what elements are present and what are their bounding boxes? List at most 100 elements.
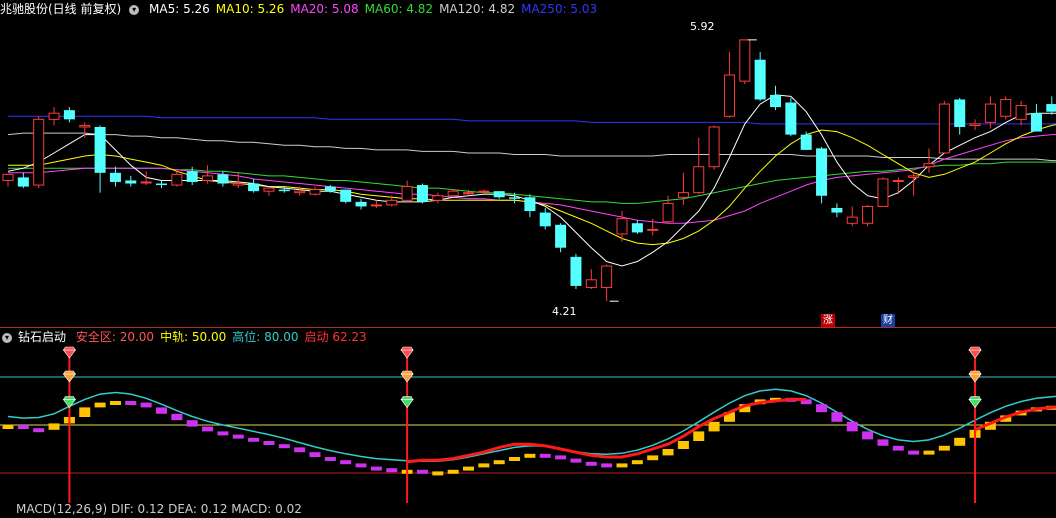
candle[interactable] [524, 194, 536, 218]
candle[interactable] [48, 107, 60, 126]
candle[interactable] [938, 100, 950, 154]
indicator-bar[interactable] [708, 421, 720, 432]
indicator-bar[interactable] [693, 431, 705, 441]
indicator-bar[interactable] [48, 423, 60, 430]
indicator-bar[interactable] [355, 463, 367, 468]
indicator-bar[interactable] [478, 463, 490, 468]
candle[interactable] [447, 189, 459, 198]
indicator-bar[interactable] [171, 413, 183, 421]
indicator-bar[interactable] [862, 431, 874, 440]
indicator-bar[interactable] [294, 447, 306, 453]
candle[interactable] [1046, 96, 1056, 115]
candle[interactable] [739, 39, 751, 85]
candle[interactable] [202, 165, 214, 184]
indicator-bar[interactable] [908, 450, 920, 455]
candle[interactable] [109, 166, 121, 187]
candle[interactable] [493, 191, 505, 199]
indicator-name[interactable]: 钻石启动 [18, 330, 66, 344]
candle[interactable] [171, 171, 183, 187]
stock-title[interactable]: 兆驰股份(日线 前复权) [0, 2, 121, 16]
candle[interactable] [309, 186, 321, 196]
indicator-bar[interactable] [2, 425, 14, 429]
candle[interactable] [156, 180, 167, 189]
candle[interactable] [1015, 100, 1027, 126]
candle[interactable] [63, 107, 75, 123]
chevron-down-icon[interactable]: ▾ [2, 332, 12, 343]
indicator-bar[interactable] [524, 453, 536, 458]
indicator-bar[interactable] [493, 460, 505, 465]
candle[interactable] [248, 178, 260, 193]
candle[interactable] [601, 264, 613, 302]
indicator-bar[interactable] [647, 455, 659, 461]
indicator-bar[interactable] [677, 441, 689, 449]
candle[interactable] [79, 122, 91, 138]
indicator-bar[interactable] [463, 466, 474, 471]
candle[interactable] [125, 175, 137, 187]
main-price-chart[interactable] [2, 39, 1056, 302]
candle[interactable] [340, 189, 352, 204]
candle[interactable] [754, 52, 766, 101]
candle[interactable] [631, 220, 643, 234]
indicator-bar[interactable] [79, 407, 91, 417]
indicator-bar[interactable] [94, 402, 106, 408]
indicator-bar[interactable] [923, 450, 935, 455]
indicator-bar[interactable] [555, 455, 567, 460]
indicator-bar[interactable] [370, 466, 382, 471]
candle[interactable] [94, 125, 106, 193]
indicator-bar[interactable] [156, 407, 167, 414]
candle[interactable] [478, 189, 490, 195]
candle[interactable] [708, 125, 720, 170]
candle[interactable] [1030, 104, 1042, 132]
candle[interactable] [401, 180, 413, 202]
candle[interactable] [954, 97, 966, 135]
candle[interactable] [785, 97, 797, 137]
indicator-bar[interactable] [248, 437, 260, 442]
indicator-bar[interactable] [386, 468, 398, 473]
indicator-bar[interactable] [892, 445, 904, 451]
indicator-bar[interactable] [324, 457, 336, 461]
indicator-bar[interactable] [109, 401, 121, 405]
indicator-bar[interactable] [509, 457, 521, 461]
indicator-bar[interactable] [33, 428, 45, 433]
indicator-bar[interactable] [846, 421, 858, 432]
candle[interactable] [416, 183, 428, 204]
candle[interactable] [355, 198, 367, 210]
indicator-bar[interactable] [340, 460, 352, 465]
candle[interactable] [17, 172, 29, 189]
candle[interactable] [770, 85, 781, 111]
indicator-bar[interactable] [217, 431, 229, 436]
indicator-bar[interactable] [831, 412, 843, 422]
candle[interactable] [432, 192, 444, 204]
indicator-bar[interactable] [585, 461, 597, 466]
candle[interactable] [1000, 96, 1012, 120]
indicator-bar[interactable] [877, 439, 889, 446]
candle[interactable] [862, 204, 874, 227]
indicator-bar[interactable] [309, 452, 321, 457]
candle[interactable] [555, 223, 567, 253]
candle[interactable] [969, 119, 981, 131]
indicator-bar[interactable] [938, 445, 950, 451]
candle[interactable] [693, 137, 705, 195]
indicator-bar[interactable] [186, 420, 198, 427]
candle[interactable] [263, 186, 275, 196]
chevron-down-icon[interactable]: ▾ [129, 4, 140, 15]
candle[interactable] [539, 207, 551, 230]
indicator-bar[interactable] [232, 434, 244, 439]
indicator-bar[interactable] [539, 453, 551, 458]
candle[interactable] [800, 131, 812, 150]
candle[interactable] [892, 177, 904, 195]
indicator-bar[interactable] [616, 463, 628, 468]
indicator-bar[interactable] [432, 471, 444, 476]
indicator-bar[interactable] [570, 458, 582, 463]
indicator-bar[interactable] [816, 404, 828, 413]
candle[interactable] [677, 172, 689, 205]
zhang-badge[interactable]: 涨 [821, 314, 835, 327]
candle[interactable] [33, 116, 45, 189]
candle[interactable] [2, 173, 14, 187]
indicator-bar[interactable] [17, 425, 29, 429]
candle[interactable] [370, 200, 382, 208]
cai-badge[interactable]: 财 [881, 314, 895, 327]
indicator-bar[interactable] [140, 402, 152, 408]
indicator-bar[interactable] [125, 401, 137, 405]
candle[interactable] [585, 269, 597, 289]
